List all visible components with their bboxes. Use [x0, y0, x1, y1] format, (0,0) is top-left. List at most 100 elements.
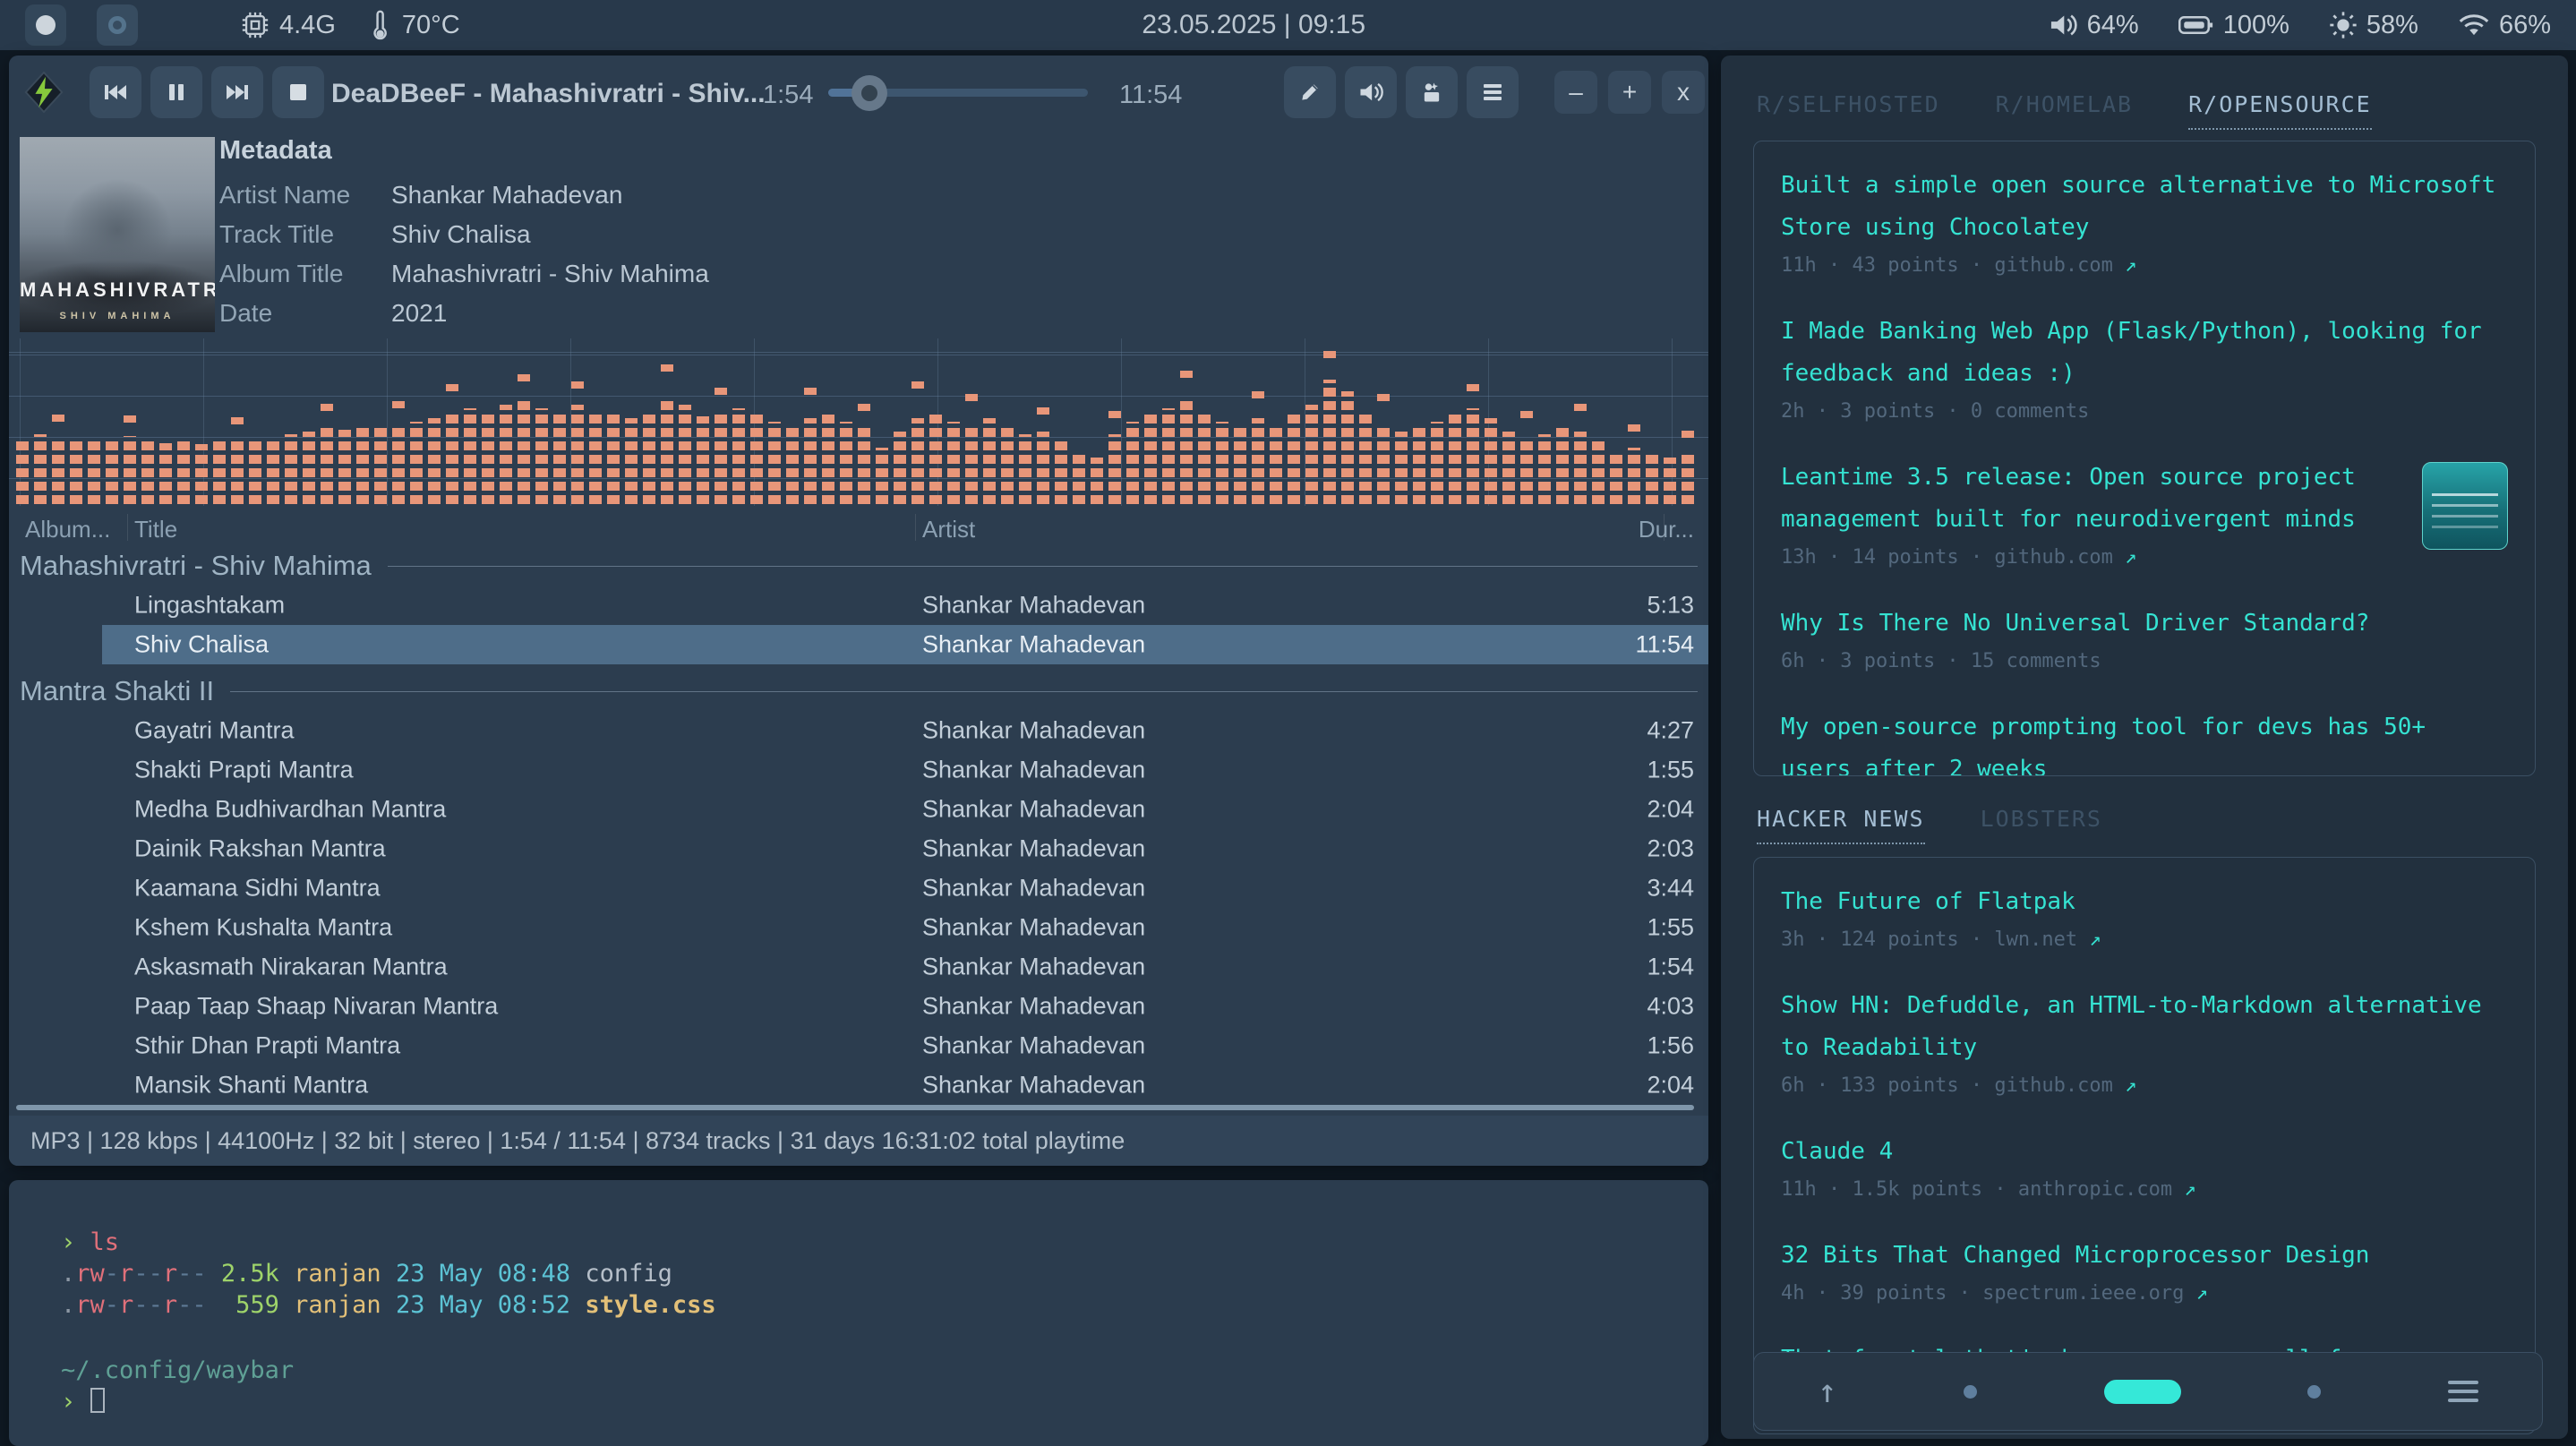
feed-post[interactable]: My open-source prompting tool for devs h…: [1781, 706, 2508, 776]
post-meta: 3h · 124 points · lwn.net ↗: [1781, 928, 2508, 951]
terminal-prompt-line[interactable]: ›: [61, 1386, 1708, 1417]
post-title[interactable]: Leantime 3.5 release: Open source projec…: [1781, 457, 2409, 541]
track-duration: 2:04: [1647, 796, 1694, 824]
external-link-icon: ↗: [2125, 254, 2136, 277]
command-text: ls: [90, 1228, 120, 1256]
post-thumbnail[interactable]: [2422, 462, 2508, 550]
terminal-window[interactable]: › ls .rw-r--r-- 2.5k ranjan 23 May 08:48…: [9, 1180, 1708, 1446]
playlist-column-header[interactable]: Album... Title Artist Dur...: [9, 512, 1708, 544]
track-row[interactable]: Kaamana Sidhi MantraShankar Mahadevan3:4…: [9, 868, 1708, 908]
track-row[interactable]: LingashtakamShankar Mahadevan5:13: [9, 586, 1708, 625]
track-row[interactable]: Mansik Shanti MantraShankar Mahadevan2:0…: [9, 1065, 1708, 1094]
track-row[interactable]: Sthir Dhan Prapti MantraShankar Mahadeva…: [9, 1026, 1708, 1065]
post-title[interactable]: My open-source prompting tool for devs h…: [1781, 706, 2508, 776]
column-duration[interactable]: Dur...: [1639, 516, 1694, 543]
track-title: Shakti Prapti Mantra: [134, 757, 354, 784]
horizontal-scrollbar[interactable]: [16, 1105, 1694, 1110]
track-artist: Shankar Mahadevan: [922, 796, 1145, 824]
network-module[interactable]: 66%: [2458, 11, 2551, 40]
volume-module[interactable]: 64%: [2048, 11, 2139, 40]
feed-post[interactable]: Show HN: Defuddle, an HTML-to-Markdown a…: [1781, 985, 2508, 1097]
file-name: style.css: [585, 1291, 715, 1319]
feed-post[interactable]: Leantime 3.5 release: Open source projec…: [1781, 457, 2508, 569]
tab-lobsters[interactable]: LOBSTERS: [1981, 806, 2102, 844]
feed-post[interactable]: Claude 4 11h · 1.5k points · anthropic.c…: [1781, 1131, 2508, 1201]
previous-button[interactable]: [90, 66, 141, 118]
menu-button[interactable]: [1467, 66, 1519, 118]
album-art-subtitle: SHIV MAHIMA: [20, 311, 215, 321]
stop-button[interactable]: [272, 66, 324, 118]
feed-post[interactable]: I Made Banking Web App (Flask/Python), l…: [1781, 311, 2508, 423]
current-directory: ~/.config/waybar: [61, 1356, 294, 1384]
track-duration: 3:44: [1647, 875, 1694, 903]
workspace-indicator-1[interactable]: [25, 4, 66, 46]
track-row[interactable]: Shakti Prapti MantraShankar Mahadevan1:5…: [9, 750, 1708, 790]
track-row-selected[interactable]: Shiv ChalisaShankar Mahadevan11:54: [9, 625, 1708, 664]
terminal-cursor: [90, 1388, 105, 1413]
track-row[interactable]: Dainik Rakshan MantraShankar Mahadevan2:…: [9, 829, 1708, 868]
page-pill-active[interactable]: [2104, 1380, 2181, 1404]
track-title: Mansik Shanti Mantra: [134, 1072, 368, 1095]
tab-r-homelab[interactable]: R/HOMELAB: [1996, 91, 2133, 130]
speaker-icon: [2048, 12, 2078, 39]
waybar: 4.4G 70°C 23.05.2025 | 09:15 64% 100% 58…: [0, 0, 2576, 50]
scroll-top-icon[interactable]: ↑: [1818, 1373, 1837, 1410]
post-title[interactable]: I Made Banking Web App (Flask/Python), l…: [1781, 311, 2508, 395]
post-source: anthropic.com: [2018, 1178, 2172, 1201]
page-dot-2[interactable]: [2307, 1385, 2321, 1399]
track-title: Shiv Chalisa: [134, 631, 269, 659]
feed-post[interactable]: Built a simple open source alternative t…: [1781, 165, 2508, 277]
battery-module[interactable]: 100%: [2178, 11, 2289, 40]
post-title[interactable]: Claude 4: [1781, 1131, 2508, 1173]
temperature-module: 70°C: [366, 10, 460, 40]
track-row[interactable]: Medha Budhivardhan MantraShankar Mahadev…: [9, 790, 1708, 829]
feed-post[interactable]: The Future of Flatpak 3h · 124 points · …: [1781, 881, 2508, 951]
minimize-button[interactable]: –: [1554, 71, 1597, 114]
feed-post[interactable]: 32 Bits That Changed Microprocessor Desi…: [1781, 1235, 2508, 1305]
album-group-name: Mantra Shakti II: [20, 675, 214, 707]
post-title[interactable]: The Future of Flatpak: [1781, 881, 2508, 923]
external-link-icon: ↗: [2125, 546, 2136, 569]
plugins-button[interactable]: [1406, 66, 1458, 118]
brightness-module[interactable]: 58%: [2329, 11, 2418, 40]
edit-button[interactable]: [1284, 66, 1336, 118]
elapsed-time: 1:54: [763, 81, 813, 110]
feed-post[interactable]: Why Is There No Universal Driver Standar…: [1781, 603, 2508, 672]
workspace-indicator-2[interactable]: [97, 4, 138, 46]
metadata-label: Artist Name: [219, 175, 391, 215]
menu-icon[interactable]: [2448, 1381, 2478, 1402]
thermometer-icon: [366, 10, 393, 40]
feed-bottom-navbar: ↑: [1753, 1352, 2543, 1431]
close-button[interactable]: x: [1662, 71, 1705, 114]
track-artist: Shankar Mahadevan: [922, 875, 1145, 903]
column-album[interactable]: Album...: [25, 516, 110, 543]
page-dot-1[interactable]: [1964, 1385, 1977, 1399]
metadata-value: Shankar Mahadevan: [391, 175, 622, 215]
track-artist: Shankar Mahadevan: [922, 993, 1145, 1021]
tab-hacker-news[interactable]: HACKER NEWS: [1757, 806, 1925, 844]
column-title[interactable]: Title: [134, 516, 177, 543]
column-artist[interactable]: Artist: [922, 516, 975, 543]
track-row[interactable]: Askasmath Nirakaran MantraShankar Mahade…: [9, 947, 1708, 987]
metadata-panel: Metadata Artist NameShankar Mahadevan Tr…: [219, 133, 1115, 343]
tab-r-opensource[interactable]: R/OPENSOURCE: [2188, 91, 2372, 130]
post-title[interactable]: Why Is There No Universal Driver Standar…: [1781, 603, 2508, 645]
post-title[interactable]: Built a simple open source alternative t…: [1781, 165, 2508, 249]
post-title[interactable]: Show HN: Defuddle, an HTML-to-Markdown a…: [1781, 985, 2508, 1069]
seek-bar[interactable]: [828, 89, 1088, 97]
pause-button[interactable]: [150, 66, 202, 118]
metadata-label: Album Title: [219, 254, 391, 294]
add-button[interactable]: +: [1608, 71, 1651, 114]
seek-knob[interactable]: [852, 75, 887, 111]
next-button[interactable]: [211, 66, 263, 118]
group-rule: [388, 566, 1698, 567]
volume-button[interactable]: [1345, 66, 1397, 118]
brightness-icon: [2329, 11, 2358, 39]
track-row[interactable]: Paap Taap Shaap Nivaran MantraShankar Ma…: [9, 987, 1708, 1026]
post-title[interactable]: 32 Bits That Changed Microprocessor Desi…: [1781, 1235, 2508, 1277]
track-row[interactable]: Gayatri MantraShankar Mahadevan4:27: [9, 711, 1708, 750]
playlist[interactable]: Mahashivratri - Shiv Mahima Lingashtakam…: [9, 546, 1708, 1094]
deadbeef-logo-icon: [23, 72, 64, 113]
track-row[interactable]: Kshem Kushalta MantraShankar Mahadevan1:…: [9, 908, 1708, 947]
tab-r-selfhosted[interactable]: R/SELFHOSTED: [1757, 91, 1940, 130]
